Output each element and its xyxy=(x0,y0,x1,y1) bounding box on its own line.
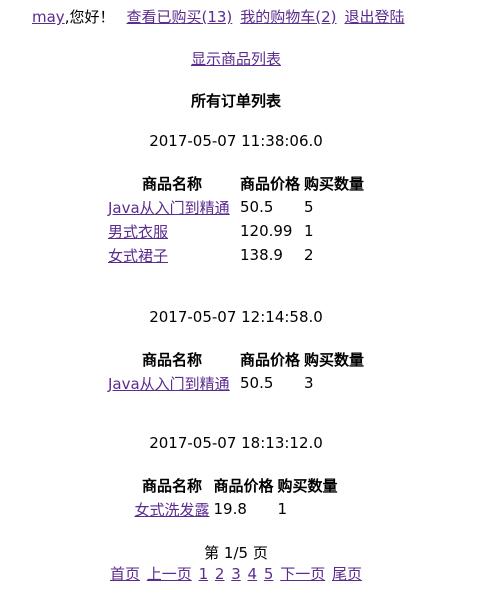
next-page-link[interactable]: 下一页 xyxy=(280,565,325,583)
order-date: 2017-05-07 18:13:12.0 xyxy=(149,434,323,452)
product-cell: Java从入门到精通 xyxy=(106,371,238,395)
pagination: 第 1/5 页 首页 上一页 1 2 3 4 5 下一页 尾页 xyxy=(0,543,472,585)
last-page-link[interactable]: 尾页 xyxy=(332,565,362,583)
order-items-table: 商品名称 商品价格 购买数量 女式洗发露 19.8 1 xyxy=(132,473,339,521)
qty-cell: 3 xyxy=(304,374,314,392)
product-cell: 女式洗发露 xyxy=(132,497,211,521)
greeting-text: ,您好！ xyxy=(64,8,115,26)
show-products-link[interactable]: 显示商品列表 xyxy=(191,50,281,68)
page-link-2[interactable]: 2 xyxy=(215,565,225,583)
shopping-cart-link[interactable]: 我的购物车(2) xyxy=(240,8,336,26)
username-link[interactable]: may xyxy=(32,8,65,26)
product-link[interactable]: 男式衣服 xyxy=(108,223,168,241)
table-header-row: 商品名称 商品价格 购买数量 xyxy=(106,171,366,195)
table-header-row: 商品名称 商品价格 购买数量 xyxy=(132,473,339,497)
column-header-qty: 购买数量 xyxy=(304,350,365,369)
qty-cell: 2 xyxy=(304,246,314,264)
table-row: 男式衣服 120.99 1 xyxy=(106,219,366,243)
order-date: 2017-05-07 11:38:06.0 xyxy=(149,132,323,150)
price-cell: 19.8 xyxy=(213,500,247,518)
qty-cell: 1 xyxy=(277,500,288,518)
table-header-row: 商品名称 商品价格 购买数量 xyxy=(106,347,366,371)
order-block: 2017-05-07 11:38:06.0 商品名称 商品价格 购买数量 Jav… xyxy=(0,132,472,267)
order-items-table: 商品名称 商品价格 购买数量 Java从入门到精通 50.5 5 男式衣服 12… xyxy=(106,171,366,267)
page-info: 第 1/5 页 xyxy=(204,544,268,562)
table-row: Java从入门到精通 50.5 3 xyxy=(106,371,366,395)
order-date: 2017-05-07 12:14:58.0 xyxy=(149,308,323,326)
column-header-name: 商品名称 xyxy=(141,476,202,495)
product-link[interactable]: 女式洗发露 xyxy=(134,501,209,519)
top-nav-bar: may,您好！ 查看已购买(13) 我的购物车(2) 退出登陆 xyxy=(32,6,405,27)
price-cell: 50.5 xyxy=(239,198,274,216)
order-items-table: 商品名称 商品价格 购买数量 Java从入门到精通 50.5 3 xyxy=(106,347,366,395)
pagination-links: 首页 上一页 1 2 3 4 5 下一页 尾页 xyxy=(0,564,472,585)
prev-page-link[interactable]: 上一页 xyxy=(147,565,192,583)
first-page-link[interactable]: 首页 xyxy=(110,565,140,583)
column-header-qty: 购买数量 xyxy=(277,476,338,495)
product-link[interactable]: 女式裙子 xyxy=(108,247,168,265)
product-link[interactable]: Java从入门到精通 xyxy=(108,375,230,393)
product-cell: 男式衣服 xyxy=(106,219,238,243)
table-row: 女式洗发露 19.8 1 xyxy=(132,497,339,521)
column-header-price: 商品价格 xyxy=(239,350,300,369)
product-cell: 女式裙子 xyxy=(106,243,238,267)
page-title: 所有订单列表 xyxy=(190,92,281,110)
page-link-4[interactable]: 4 xyxy=(248,565,258,583)
column-header-price: 商品价格 xyxy=(213,476,274,495)
column-header-qty: 购买数量 xyxy=(304,174,365,193)
product-link[interactable]: Java从入门到精通 xyxy=(108,199,230,217)
table-row: 女式裙子 138.9 2 xyxy=(106,243,366,267)
column-header-name: 商品名称 xyxy=(141,174,202,193)
product-cell: Java从入门到精通 xyxy=(106,195,238,219)
column-header-name: 商品名称 xyxy=(141,350,202,369)
page-link-3[interactable]: 3 xyxy=(231,565,241,583)
page-link-1[interactable]: 1 xyxy=(199,565,209,583)
order-block: 2017-05-07 18:13:12.0 商品名称 商品价格 购买数量 女式洗… xyxy=(0,434,472,521)
price-cell: 138.9 xyxy=(239,246,283,264)
show-products-row: 显示商品列表 xyxy=(0,48,472,69)
table-row: Java从入门到精通 50.5 5 xyxy=(106,195,366,219)
column-header-price: 商品价格 xyxy=(239,174,300,193)
purchased-orders-link[interactable]: 查看已购买(13) xyxy=(126,8,232,26)
qty-cell: 5 xyxy=(304,198,314,216)
qty-cell: 1 xyxy=(304,222,314,240)
page-link-5[interactable]: 5 xyxy=(264,565,274,583)
order-block: 2017-05-07 12:14:58.0 商品名称 商品价格 购买数量 Jav… xyxy=(0,308,472,395)
price-cell: 50.5 xyxy=(239,374,274,392)
price-cell: 120.99 xyxy=(239,222,293,240)
logout-link[interactable]: 退出登陆 xyxy=(345,8,405,26)
